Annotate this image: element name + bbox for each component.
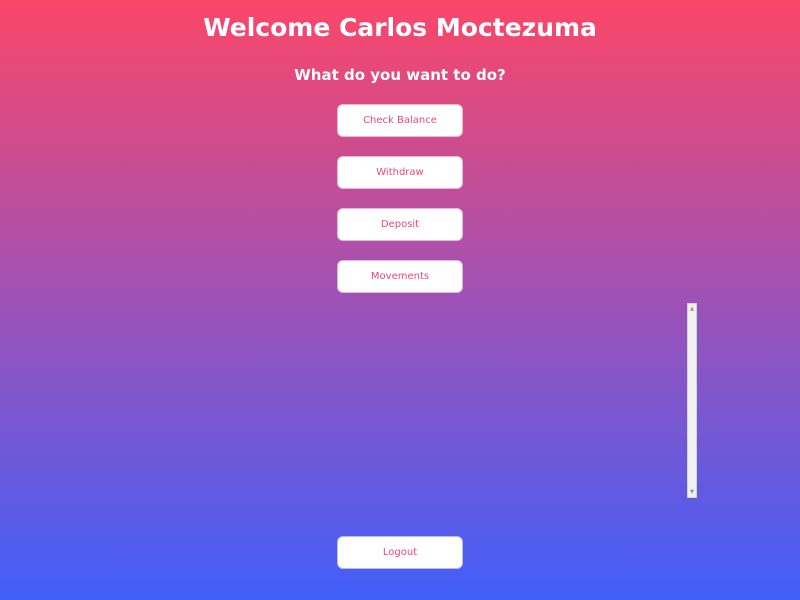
scroll-up-arrow-icon[interactable]: ▲ xyxy=(689,305,695,313)
page-title: Welcome Carlos Moctezuma xyxy=(203,13,597,42)
scroll-down-arrow-icon[interactable]: ▼ xyxy=(689,488,695,496)
page-subtitle: What do you want to do? xyxy=(294,66,506,84)
check-balance-button[interactable]: Check Balance xyxy=(338,105,462,136)
content-scrollbar[interactable]: ▲ ▼ xyxy=(687,303,697,498)
deposit-button[interactable]: Deposit xyxy=(338,209,462,240)
logout-button[interactable]: Logout xyxy=(338,537,462,568)
movements-button[interactable]: Movements xyxy=(338,261,462,292)
action-menu: Check Balance Withdraw Deposit Movements xyxy=(338,105,462,292)
withdraw-button[interactable]: Withdraw xyxy=(338,157,462,188)
